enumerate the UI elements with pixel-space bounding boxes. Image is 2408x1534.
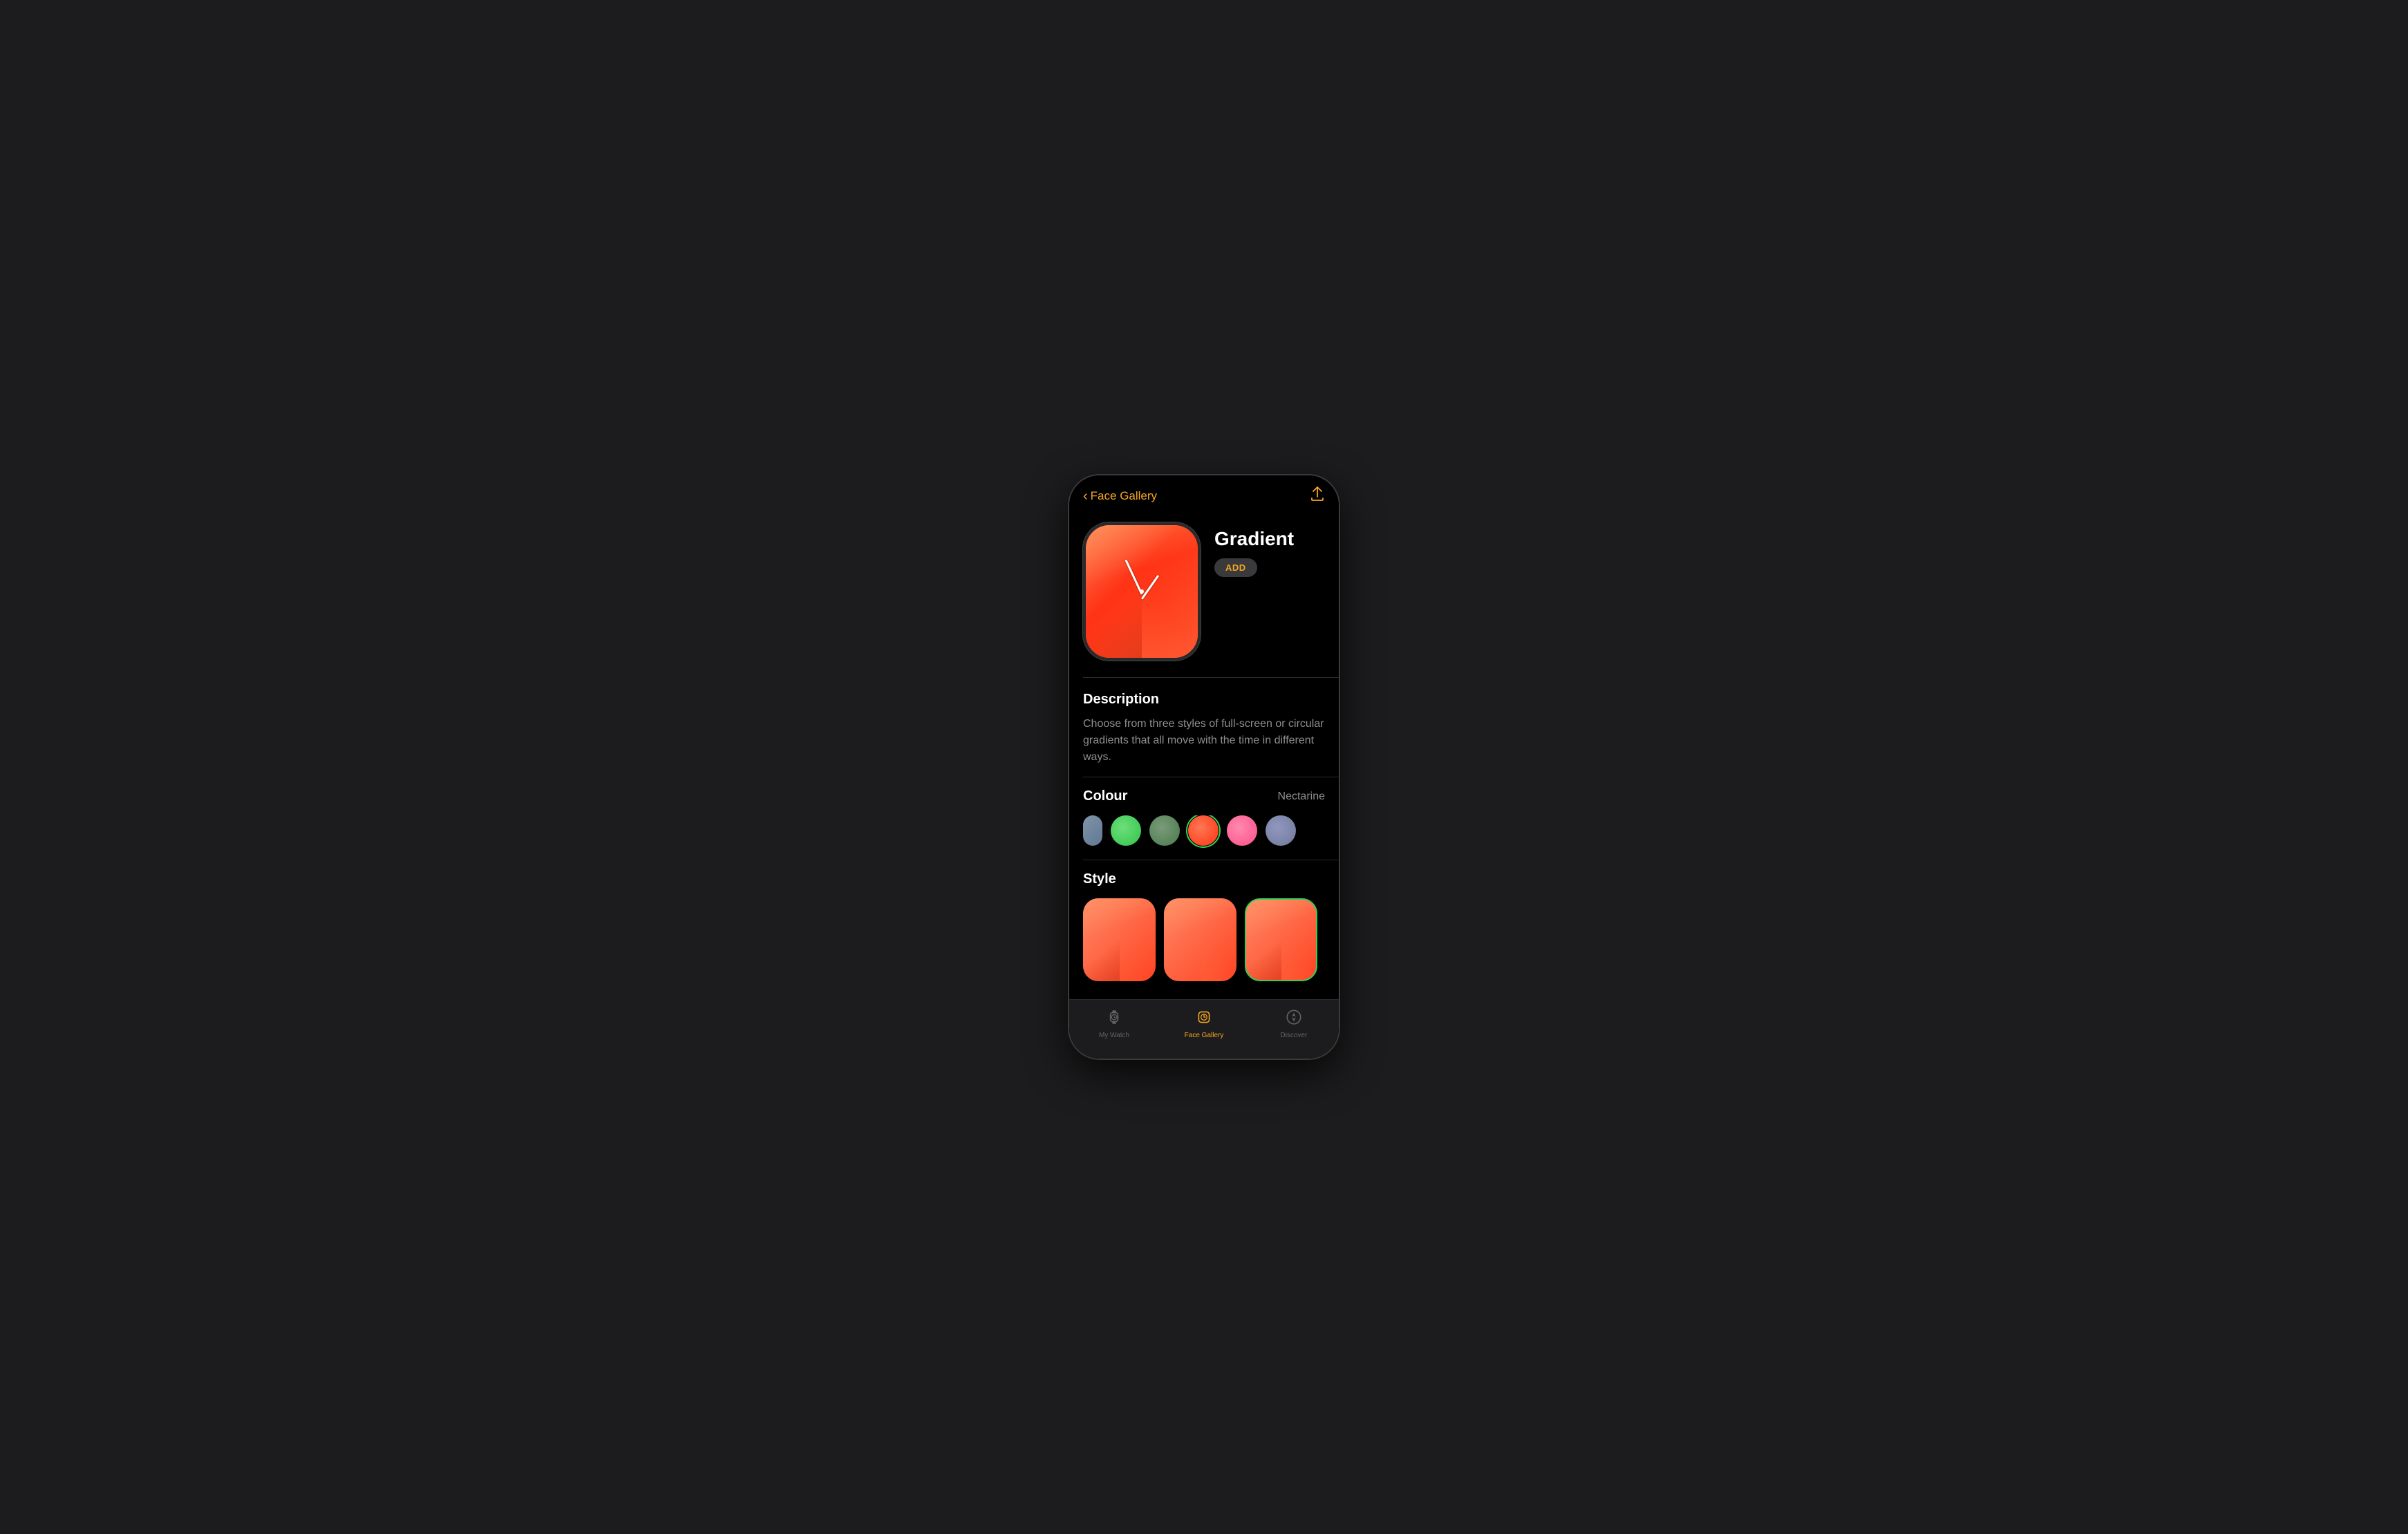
description-title: Description <box>1083 692 1325 708</box>
swatch-slate[interactable] <box>1266 815 1296 846</box>
watch-name: Gradient <box>1214 528 1325 550</box>
swatch-dark-green[interactable] <box>1149 815 1180 846</box>
colour-section: Colour Nectarine <box>1069 777 1339 860</box>
swatch-partial-left <box>1083 815 1102 846</box>
back-button[interactable]: ‹ Face Gallery <box>1083 489 1157 503</box>
face-gallery-label: Face Gallery <box>1185 1032 1224 1039</box>
watch-face-preview <box>1083 522 1201 661</box>
add-button[interactable]: ADD <box>1214 558 1257 577</box>
back-chevron-icon: ‹ <box>1083 489 1088 503</box>
watch-svg-icon <box>1105 1008 1123 1026</box>
colour-swatches-list <box>1083 815 1325 849</box>
style-thumb-2[interactable] <box>1164 898 1236 981</box>
tab-face-gallery[interactable]: Face Gallery <box>1159 1005 1249 1042</box>
discover-icon <box>1285 1008 1303 1030</box>
center-dot <box>1140 589 1144 594</box>
back-label: Face Gallery <box>1091 489 1157 503</box>
clock-hands <box>1086 525 1198 658</box>
colour-title: Colour <box>1083 788 1127 804</box>
colour-header: Colour Nectarine <box>1083 788 1325 804</box>
tab-bar: My Watch Face Gallery <box>1069 999 1339 1059</box>
face-gallery-icon <box>1195 1008 1213 1030</box>
content-area: Gradient ADD Description Choose from thr… <box>1069 511 1339 999</box>
navigation-bar: ‹ Face Gallery <box>1069 475 1339 511</box>
description-section: Description Choose from three styles of … <box>1069 678 1339 777</box>
watch-preview-section: Gradient ADD <box>1069 511 1339 677</box>
share-icon <box>1310 486 1325 502</box>
watch-info: Gradient ADD <box>1214 522 1325 577</box>
colour-selected-name: Nectarine <box>1278 790 1325 803</box>
tab-discover[interactable]: Discover <box>1249 1005 1339 1042</box>
phone-frame: ‹ Face Gallery <box>1069 475 1339 1059</box>
discover-label: Discover <box>1281 1032 1308 1039</box>
style-thumb-1[interactable] <box>1083 898 1156 981</box>
face-gallery-svg-icon <box>1195 1008 1213 1026</box>
swatch-green[interactable] <box>1111 815 1141 846</box>
share-button[interactable] <box>1310 486 1325 506</box>
hour-hand <box>1141 575 1160 600</box>
screen: ‹ Face Gallery <box>1069 475 1339 1059</box>
my-watch-icon <box>1105 1008 1123 1030</box>
my-watch-label: My Watch <box>1099 1032 1129 1039</box>
style-thumbnails-list <box>1083 898 1325 981</box>
tab-my-watch[interactable]: My Watch <box>1069 1005 1159 1042</box>
compass-svg-icon <box>1285 1008 1303 1026</box>
hand-container <box>1086 525 1198 658</box>
swatch-pink[interactable] <box>1227 815 1257 846</box>
style-thumb-3[interactable] <box>1245 898 1317 981</box>
swatch-nectarine[interactable] <box>1188 815 1219 846</box>
description-text: Choose from three styles of full-screen … <box>1083 716 1325 766</box>
style-section: Style <box>1069 860 1339 992</box>
style-title: Style <box>1083 871 1325 887</box>
